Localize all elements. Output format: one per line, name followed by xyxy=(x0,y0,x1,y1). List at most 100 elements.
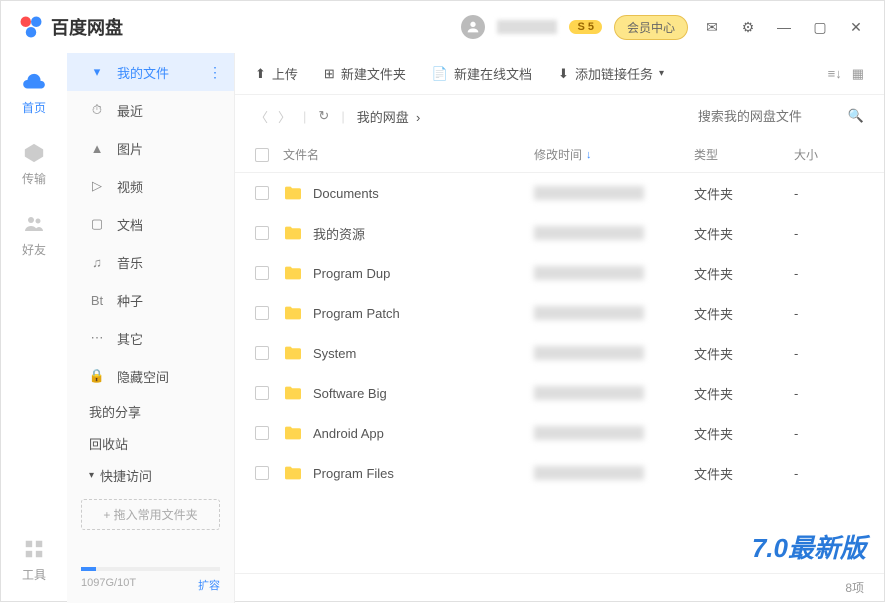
row-checkbox[interactable] xyxy=(255,466,269,480)
table-row[interactable]: Program Files 文件夹- xyxy=(235,453,884,493)
row-checkbox[interactable] xyxy=(255,266,269,280)
file-size: - xyxy=(794,226,864,241)
file-size: - xyxy=(794,466,864,481)
nav-friends[interactable]: 好友 xyxy=(21,211,47,258)
sidebar-item-6[interactable]: Bt种子 xyxy=(67,281,234,319)
member-center-button[interactable]: 会员中心 xyxy=(614,15,688,40)
sort-icon[interactable]: ≡↓ xyxy=(828,66,842,82)
cloud-icon xyxy=(21,69,47,95)
table-row[interactable]: 我的资源文件夹- xyxy=(235,213,884,253)
search-input[interactable] xyxy=(698,109,838,124)
storage-expand-link[interactable]: 扩容 xyxy=(198,577,220,593)
row-checkbox[interactable] xyxy=(255,186,269,200)
content-area: ⬆上传 ⊞新建文件夹 📄新建在线文档 ⬇添加链接任务▾ ≡↓ ▦ 〈 〉 | ↻… xyxy=(235,53,884,603)
sort-down-icon: ↓ xyxy=(586,149,592,161)
quickaccess-dropzone[interactable]: + 拖入常用文件夹 xyxy=(81,499,220,530)
sidebar-label: 音乐 xyxy=(117,253,143,272)
toolbar: ⬆上传 ⊞新建文件夹 📄新建在线文档 ⬇添加链接任务▾ ≡↓ ▦ xyxy=(235,53,884,95)
newdoc-button[interactable]: 📄新建在线文档 xyxy=(432,64,532,83)
sidebar-item-1[interactable]: ⏱最近 xyxy=(67,91,234,129)
file-name: Program Dup xyxy=(313,266,390,281)
file-mtime xyxy=(534,306,644,320)
more-icon[interactable]: ⋮ xyxy=(208,64,222,81)
sidebar-quickaccess[interactable]: ▾快捷访问 xyxy=(67,459,234,491)
file-mtime xyxy=(534,346,644,360)
sidebar-label: 其它 xyxy=(117,329,143,348)
pathbar: 〈 〉 | ↻ | 我的网盘 › 🔍 xyxy=(235,95,884,137)
sidebar-item-8[interactable]: 🔒 隐藏空间 xyxy=(67,357,234,395)
folder-icon xyxy=(283,265,303,281)
sidebar-icon: ⋯ xyxy=(89,330,105,346)
sidebar-label: 视频 xyxy=(117,177,143,196)
file-type: 文件夹 xyxy=(694,384,794,403)
select-all-checkbox[interactable] xyxy=(255,148,269,162)
addlink-button[interactable]: ⬇添加链接任务▾ xyxy=(558,64,664,83)
nav-label: 首页 xyxy=(22,99,46,116)
file-type: 文件夹 xyxy=(694,464,794,483)
col-time[interactable]: 修改时间↓ xyxy=(534,146,694,163)
minimize-button[interactable]: — xyxy=(772,15,796,39)
settings-icon[interactable]: ⚙ xyxy=(736,15,760,39)
sidebar-item-0[interactable]: ▾我的文件⋮ xyxy=(67,53,234,91)
sidebar-label: 文档 xyxy=(117,215,143,234)
row-checkbox[interactable] xyxy=(255,226,269,240)
nav-back[interactable]: 〈 xyxy=(255,107,268,126)
sidebar-item-3[interactable]: ▷ 视频 xyxy=(67,167,234,205)
maximize-button[interactable]: ▢ xyxy=(808,15,832,39)
row-checkbox[interactable] xyxy=(255,346,269,360)
nav-transfer[interactable]: 传输 xyxy=(21,140,47,187)
search-icon[interactable]: 🔍 xyxy=(848,108,864,124)
table-row[interactable]: Software Big文件夹- xyxy=(235,373,884,413)
row-checkbox[interactable] xyxy=(255,426,269,440)
sidebar-icon: 🔒 xyxy=(89,368,105,384)
sidebar-item-7[interactable]: ⋯ 其它 xyxy=(67,319,234,357)
upload-icon: ⬆ xyxy=(255,66,266,82)
sidebar-recycle[interactable]: 回收站 xyxy=(67,427,234,459)
table-row[interactable]: Program Patch文件夹- xyxy=(235,293,884,333)
folder-icon xyxy=(283,185,303,201)
left-nav: 首页 传输 好友 工具 xyxy=(1,53,67,603)
row-checkbox[interactable] xyxy=(255,386,269,400)
sidebar-icon: ▷ xyxy=(89,178,105,194)
folder-icon xyxy=(283,385,303,401)
app-logo[interactable]: 百度网盘 xyxy=(17,13,123,41)
table-row[interactable]: System文件夹- xyxy=(235,333,884,373)
sidebar-my-share[interactable]: 我的分享 xyxy=(67,395,234,427)
sidebar-item-5[interactable]: ♫音乐 xyxy=(67,243,234,281)
table-row[interactable]: Documents文件夹- xyxy=(235,173,884,213)
file-mtime xyxy=(534,466,644,480)
coin-badge[interactable]: S 5 xyxy=(569,20,602,34)
file-name: Program Files xyxy=(313,466,394,481)
nav-forward[interactable]: 〉 xyxy=(278,107,291,126)
file-size: - xyxy=(794,386,864,401)
table-row[interactable]: Android App文件夹- xyxy=(235,413,884,453)
app-name: 百度网盘 xyxy=(51,14,123,40)
nav-tools[interactable]: 工具 xyxy=(21,536,47,583)
col-size[interactable]: 大小 xyxy=(794,146,864,163)
storage-used: 1097G/10T xyxy=(81,577,136,593)
col-name[interactable]: 文件名 xyxy=(283,146,534,163)
table-row[interactable]: Program Dup文件夹- xyxy=(235,253,884,293)
breadcrumb[interactable]: 我的网盘 › xyxy=(357,107,421,126)
file-name: System xyxy=(313,346,356,361)
item-count: 8项 xyxy=(845,579,864,596)
col-type[interactable]: 类型 xyxy=(694,146,794,163)
transfer-icon xyxy=(23,142,45,164)
refresh-button[interactable]: ↻ xyxy=(318,108,329,124)
nav-home[interactable]: 首页 xyxy=(21,69,47,116)
newfolder-icon: ⊞ xyxy=(324,66,335,82)
close-button[interactable]: ✕ xyxy=(844,15,868,39)
grid-view-icon[interactable]: ▦ xyxy=(852,66,864,82)
sidebar-item-2[interactable]: ▲图片 xyxy=(67,129,234,167)
sidebar-icon: ▾ xyxy=(89,64,105,80)
file-size: - xyxy=(794,186,864,201)
file-name: Program Patch xyxy=(313,306,400,321)
mail-icon[interactable]: ✉ xyxy=(700,15,724,39)
avatar[interactable] xyxy=(461,15,485,39)
newfolder-button[interactable]: ⊞新建文件夹 xyxy=(324,64,406,83)
upload-button[interactable]: ⬆上传 xyxy=(255,64,298,83)
row-checkbox[interactable] xyxy=(255,306,269,320)
sidebar-item-4[interactable]: ▢文档 xyxy=(67,205,234,243)
sidebar-label: 隐藏空间 xyxy=(117,367,169,386)
folder-icon xyxy=(283,465,303,481)
